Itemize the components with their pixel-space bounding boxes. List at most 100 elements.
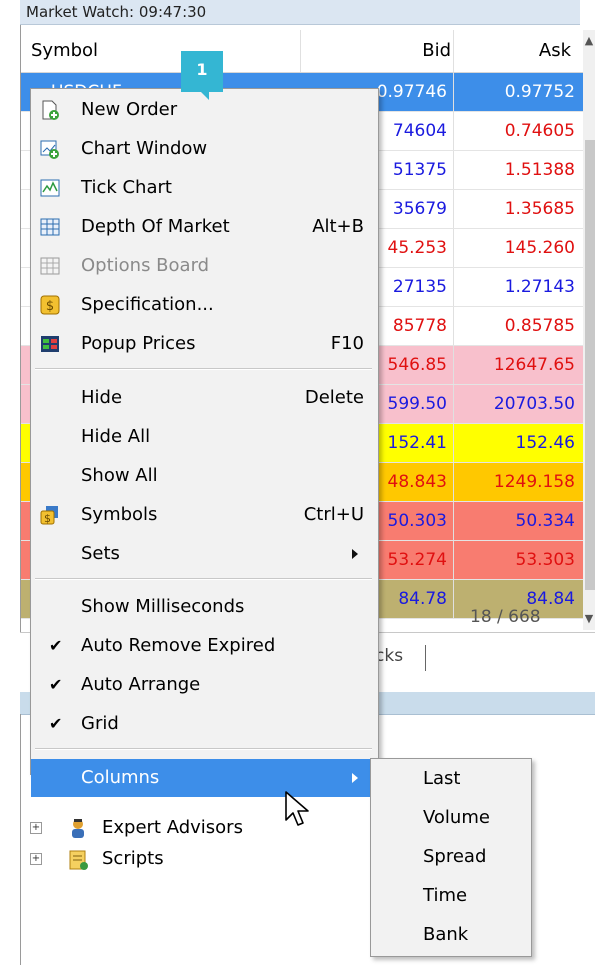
menu-item-label: Show Milliseconds [81, 596, 245, 617]
menu-item-specification[interactable]: $ Specification... [31, 286, 376, 324]
ask-price: 1.35685 [504, 199, 575, 219]
ask-price: 145.260 [504, 238, 575, 258]
checkmark-icon: ✔ [49, 636, 63, 655]
submenu-item-label: Spread [423, 846, 487, 867]
menu-item-shortcut: Ctrl+U [303, 504, 364, 525]
menu-item-shortcut: Alt+B [312, 216, 364, 237]
submenu-arrow-icon [352, 773, 358, 783]
ask-price: 1.51388 [504, 160, 575, 180]
menu-item-label: Depth Of Market [81, 216, 230, 237]
menu-item-columns[interactable]: Columns [31, 759, 376, 797]
symbols-icon: $ [40, 506, 58, 525]
tab-divider [425, 645, 426, 671]
menu-item-label: Specification... [81, 294, 214, 315]
menu-item-label: Hide [81, 387, 123, 408]
menu-item-label: Auto Arrange [81, 674, 201, 695]
menu-item-label: Show All [81, 465, 158, 486]
menu-item-chart-window[interactable]: Chart Window [31, 130, 376, 168]
script-icon [69, 850, 88, 870]
menu-item-label: New Order [81, 99, 178, 120]
menu-item-show-milliseconds[interactable]: Show Milliseconds [31, 588, 376, 626]
options-board-icon [40, 257, 60, 275]
menu-item-label: Grid [81, 713, 119, 734]
submenu-item-bank[interactable]: Bank [371, 915, 529, 954]
ask-price: 152.46 [515, 433, 575, 453]
menu-item-label: Hide All [81, 426, 151, 447]
symbol-count: 18 / 668 [470, 607, 541, 627]
checkmark-icon: ✔ [49, 714, 63, 733]
mouse-cursor-icon [285, 791, 309, 826]
ask-price: 53.303 [515, 550, 575, 570]
menu-separator [35, 748, 372, 750]
menu-item-label: Options Board [81, 255, 210, 276]
menu-item-shortcut: F10 [330, 333, 364, 354]
scrollbar-thumb[interactable] [585, 140, 595, 590]
menu-item-options-board[interactable]: Options Board [31, 247, 376, 285]
menu-item-auto-arrange[interactable]: ✔ Auto Arrange [31, 666, 376, 704]
expand-icon[interactable]: + [30, 853, 42, 865]
menu-item-label: Sets [81, 543, 120, 564]
menu-item-symbols[interactable]: $ Symbols Ctrl+U [31, 496, 376, 534]
ask-price: 50.334 [515, 511, 575, 531]
expand-icon[interactable]: + [30, 822, 42, 834]
chart-window-icon [40, 140, 59, 159]
submenu-item-time[interactable]: Time [371, 876, 529, 915]
menu-item-label: Popup Prices [81, 333, 196, 354]
scroll-up-icon[interactable]: ▲ [583, 34, 595, 47]
menu-item-sets[interactable]: Sets [31, 535, 376, 573]
column-header-symbol[interactable]: Symbol [31, 30, 98, 72]
navigator-item-label: Scripts [102, 848, 164, 869]
menu-item-popup-prices[interactable]: Popup Prices F10 [31, 325, 376, 363]
ask-price: 20703.50 [493, 394, 575, 414]
submenu-item-label: Last [423, 768, 461, 789]
submenu-item-volume[interactable]: Volume [371, 798, 529, 837]
menu-separator [35, 368, 372, 370]
popup-prices-icon [41, 336, 59, 352]
specification-icon: $ [40, 295, 60, 315]
column-header-bid[interactable]: Bid [301, 30, 451, 72]
menu-item-shortcut: Delete [304, 387, 364, 408]
svg-text:$: $ [44, 512, 51, 525]
callout-pointer [200, 91, 209, 100]
navigator-frame [20, 714, 21, 965]
svg-text:$: $ [46, 299, 54, 314]
ask-price: 0.74605 [504, 121, 575, 141]
submenu-item-spread[interactable]: Spread [371, 837, 529, 876]
menu-item-hide[interactable]: Hide Delete [31, 379, 376, 417]
menu-item-auto-remove-expired[interactable]: ✔ Auto Remove Expired [31, 627, 376, 665]
menu-item-label: Columns [81, 767, 160, 788]
expert-advisor-icon [72, 819, 84, 838]
menu-item-label: Symbols [81, 504, 158, 525]
menu-item-show-all[interactable]: Show All [31, 457, 376, 495]
ask-price: 1249.158 [493, 472, 575, 492]
ask-price: 0.97752 [504, 82, 575, 102]
submenu-item-label: Time [423, 885, 468, 906]
menu-item-grid[interactable]: ✔ Grid [31, 705, 376, 743]
menu-item-label: Auto Remove Expired [81, 635, 276, 656]
ask-price: 12647.65 [493, 355, 575, 375]
submenu-item-label: Volume [423, 807, 490, 828]
market-watch-title: Market Watch: 09:47:30 [20, 0, 580, 25]
navigator-item-label: Expert Advisors [102, 817, 243, 838]
tab-ticks[interactable]: cks [375, 646, 403, 666]
submenu-item-last[interactable]: Last [371, 759, 529, 798]
depth-of-market-icon [40, 218, 60, 236]
callout-badge: 1 [181, 51, 223, 92]
menu-item-depth-of-market[interactable]: Depth Of Market Alt+B [31, 208, 376, 246]
navigator-item-scripts[interactable]: + Scripts [30, 844, 230, 874]
navigator-item-expert-advisors[interactable]: + Expert Advisors [30, 813, 290, 843]
scroll-down-icon[interactable]: ▼ [583, 612, 595, 625]
ask-price: 0.85785 [504, 316, 575, 336]
menu-separator [35, 578, 372, 580]
ask-price: 1.27143 [504, 277, 575, 297]
column-divider[interactable] [453, 30, 454, 72]
submenu-arrow-icon [352, 549, 358, 559]
tick-chart-icon [40, 179, 60, 197]
market-watch-header: Symbol Bid Ask [21, 30, 583, 73]
checkmark-icon: ✔ [49, 675, 63, 694]
column-header-ask[interactable]: Ask [461, 30, 571, 72]
menu-item-hide-all[interactable]: Hide All [31, 418, 376, 456]
menu-item-tick-chart[interactable]: Tick Chart [31, 169, 376, 207]
menu-item-label: Tick Chart [81, 177, 172, 198]
new-order-icon [42, 100, 59, 120]
